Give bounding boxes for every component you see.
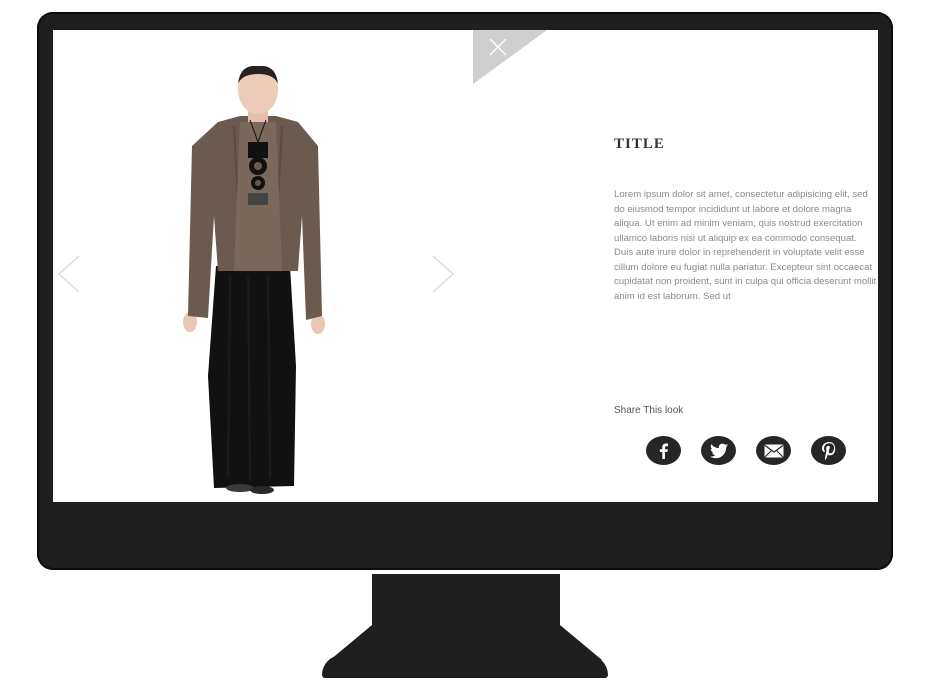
monitor-frame: TITLE Lorem ipsum dolor sit amet, consec… bbox=[37, 12, 893, 570]
pinterest-icon bbox=[821, 441, 835, 460]
previous-arrow-icon[interactable] bbox=[55, 254, 83, 294]
share-buttons bbox=[646, 436, 846, 465]
monitor-stand-curve-right bbox=[542, 610, 602, 660]
product-description: Lorem ipsum dolor sit amet, consectetur … bbox=[614, 189, 877, 302]
twitter-icon bbox=[709, 443, 728, 458]
product-title: TITLE bbox=[614, 136, 665, 152]
monitor-stand-curve-left bbox=[330, 610, 390, 660]
pinterest-share-button[interactable] bbox=[811, 436, 846, 465]
close-icon bbox=[489, 38, 507, 56]
product-details: TITLE Lorem ipsum dolor sit amet, consec… bbox=[614, 30, 878, 502]
monitor-stand-base bbox=[322, 655, 608, 678]
facebook-share-button[interactable] bbox=[646, 436, 681, 465]
twitter-share-button[interactable] bbox=[701, 436, 736, 465]
email-share-button[interactable] bbox=[756, 436, 791, 465]
next-arrow-icon[interactable] bbox=[429, 254, 457, 294]
facebook-icon bbox=[659, 443, 668, 459]
share-label: Share This look bbox=[614, 405, 684, 416]
close-button[interactable] bbox=[473, 30, 547, 84]
model-photo bbox=[183, 66, 325, 494]
lookbook-screen: TITLE Lorem ipsum dolor sit amet, consec… bbox=[53, 30, 878, 502]
mail-icon bbox=[764, 444, 783, 457]
